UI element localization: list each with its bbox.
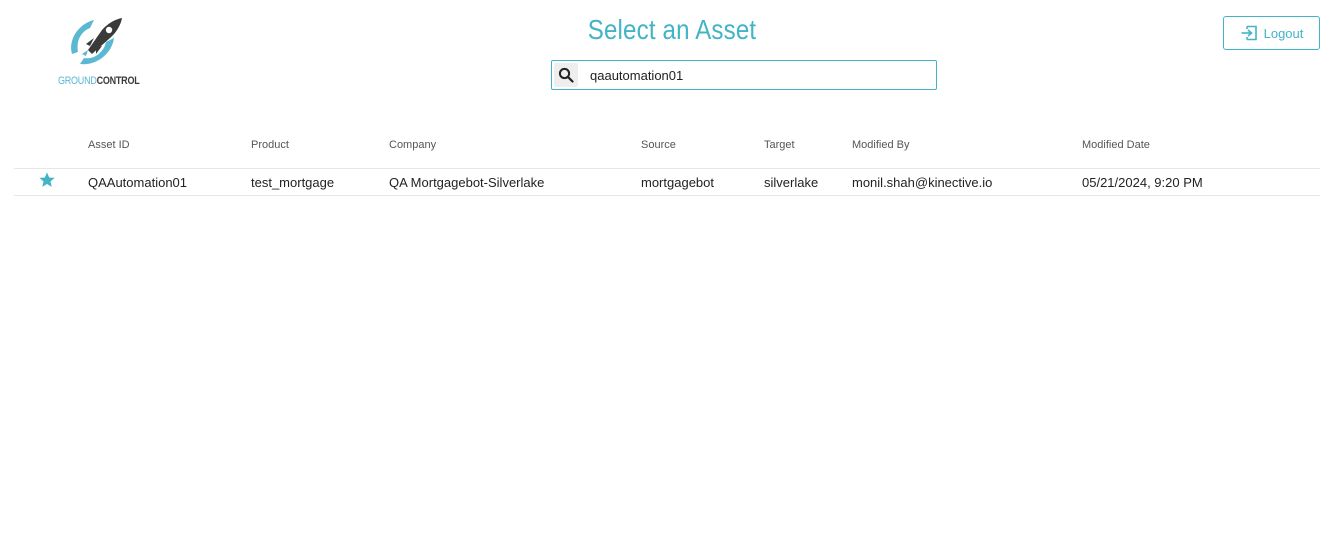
cell-target: silverlake	[764, 175, 819, 190]
table-header: Asset ID Product Company Source Target M…	[14, 128, 1320, 169]
page-title-text: Select an Asset	[587, 14, 757, 45]
column-header-product[interactable]: Product	[251, 139, 289, 151]
search-icon	[558, 67, 574, 83]
asset-search	[551, 60, 937, 90]
cell-modified-by: monil.shah@kinective.io	[852, 175, 993, 190]
cell-asset-id: QAAutomation01	[88, 175, 188, 190]
logo-text-ground: GROUND	[58, 75, 97, 87]
logout-button[interactable]: Logout	[1223, 16, 1320, 50]
logo-wordmark: GROUNDCONTROL	[58, 75, 140, 87]
page: GROUNDCONTROL Select an Asset Logout Ass…	[0, 0, 1344, 560]
column-header-target[interactable]: Target	[764, 139, 795, 151]
search-input[interactable]	[590, 65, 920, 85]
cell-company: QA Mortgagebot-Silverlake	[389, 175, 545, 190]
column-header-asset-id[interactable]: Asset ID	[88, 139, 130, 151]
logout-label: Logout	[1263, 25, 1304, 41]
star-icon[interactable]	[38, 171, 56, 189]
logout-icon	[1241, 25, 1257, 41]
search-button[interactable]	[554, 63, 578, 87]
cell-source: mortgagebot	[641, 175, 714, 190]
column-header-modified-by[interactable]: Modified By	[852, 139, 909, 151]
table-row[interactable]: QAAutomation01 test_mortgage QA Mortgage…	[14, 169, 1320, 196]
page-title: Select an Asset	[0, 14, 1344, 46]
column-header-modified-date[interactable]: Modified Date	[1082, 139, 1150, 151]
column-header-company[interactable]: Company	[389, 139, 436, 151]
asset-table: Asset ID Product Company Source Target M…	[14, 128, 1320, 196]
logo-text-control: CONTROL	[96, 75, 140, 87]
column-header-source[interactable]: Source	[641, 139, 676, 151]
cell-modified-date: 05/21/2024, 9:20 PM	[1082, 175, 1203, 190]
cell-product: test_mortgage	[251, 175, 335, 190]
